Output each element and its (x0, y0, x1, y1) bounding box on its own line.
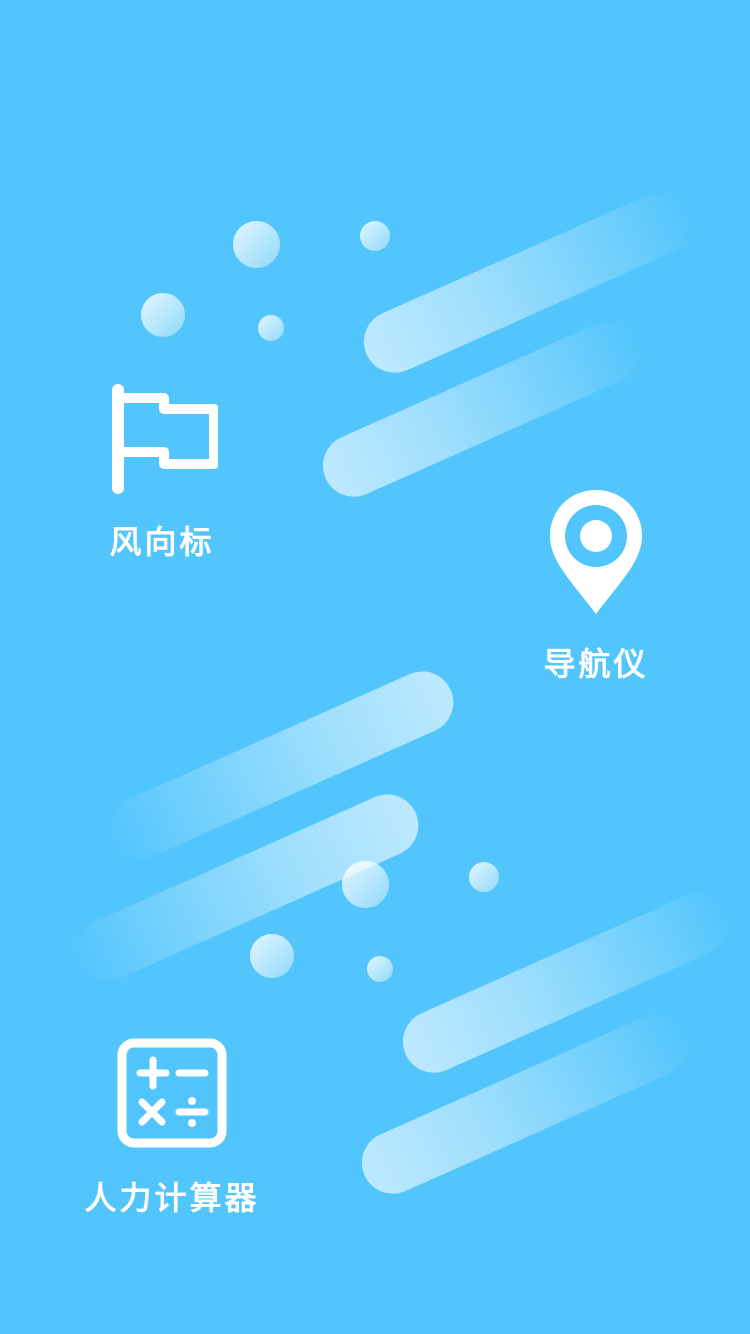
labor-calculator-label: 人力计算器 (84, 1179, 260, 1217)
labor-calculator-entry[interactable]: 人力计算器 (76, 1038, 268, 1214)
decorative-streak (393, 883, 738, 1083)
decorative-bubble (360, 221, 390, 251)
wind-vane-label: 风向标 (109, 523, 215, 561)
decorative-bubble (250, 934, 294, 978)
decorative-bubble (469, 862, 499, 892)
decorative-bubble (342, 861, 389, 908)
decorative-bubble (233, 221, 280, 268)
map-pin-icon (546, 488, 646, 616)
decorative-bubble (258, 315, 284, 341)
decorative-streak (65, 784, 429, 992)
decorative-streak (354, 183, 699, 383)
decorative-bubble (367, 956, 393, 982)
decorative-streak (352, 1004, 697, 1204)
home-screen: 风向标 导航仪 人力计算器 (0, 0, 750, 1334)
calculator-icon (117, 1038, 227, 1148)
decorative-streak (100, 661, 464, 869)
navigator-label: 导航仪 (543, 645, 649, 683)
wind-vane-entry[interactable]: 风向标 (106, 384, 218, 558)
flag-icon (106, 384, 218, 494)
navigator-entry[interactable]: 导航仪 (540, 488, 652, 680)
decorative-streak (313, 311, 649, 507)
decorative-bubble (141, 293, 185, 337)
